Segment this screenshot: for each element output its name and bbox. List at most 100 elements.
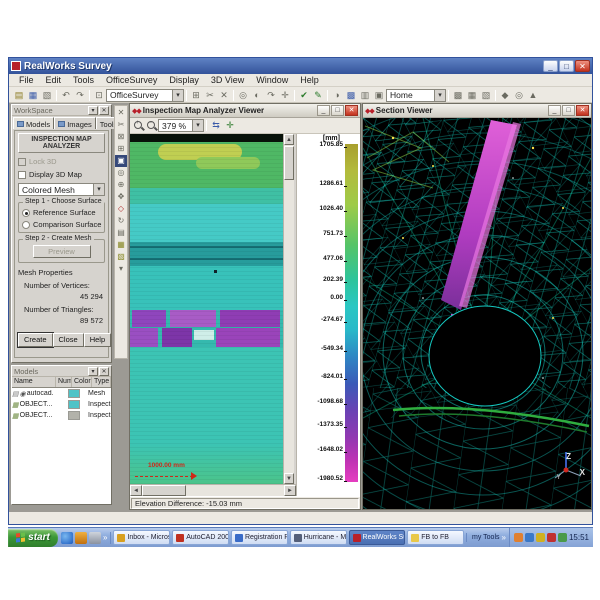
panel-pin-icon[interactable]: ▾ [88,106,98,115]
menu-edit[interactable]: Edit [40,75,68,85]
chevron-down-icon[interactable]: ▾ [172,90,183,101]
tray-icon[interactable] [514,533,523,542]
print-icon[interactable]: ▧ [40,89,54,102]
close-button[interactable]: ✕ [576,105,589,116]
start-button[interactable]: start [8,529,58,547]
segment-icon[interactable]: ⊞ [189,89,203,102]
scrollbar-thumb[interactable] [142,485,186,496]
tab-models[interactable]: Models [13,117,54,129]
layers-icon[interactable]: ◆ [498,89,512,102]
map-horizontal-scrollbar[interactable]: ◄ ► [130,484,296,496]
contrast-icon[interactable]: ◑ [330,89,344,102]
maximize-button[interactable]: □ [559,60,574,72]
measure-icon[interactable]: ▧ [115,251,127,263]
circle-icon[interactable]: ◎ [512,89,526,102]
task-hurricane[interactable]: Hurricane - Micro... [290,530,347,545]
chevron-icon[interactable]: » [502,533,506,542]
maximize-button[interactable]: □ [562,105,575,116]
rotate-icon[interactable]: ↷ [264,89,278,102]
target-icon[interactable]: ⊕ [115,179,127,191]
my-tools-toolbar[interactable]: my Tools » [466,533,509,542]
grid-icon[interactable]: ▥ [358,89,372,102]
chart-icon[interactable]: ▩ [344,89,358,102]
tray-icon[interactable] [558,533,567,542]
reference-surface-radio[interactable] [22,209,30,217]
sampling-icon[interactable]: ▣ [115,155,127,167]
menu-help[interactable]: Help [294,75,325,85]
task-registration-report[interactable]: Registration Rep... [231,530,288,545]
shade-icon[interactable]: ◐ [250,89,264,102]
segment-delete-icon[interactable]: ⊠ [115,131,127,143]
panel-close-icon[interactable]: ✕ [99,106,109,115]
maximize-button[interactable]: □ [331,105,344,116]
menu-3dview[interactable]: 3D View [205,75,250,85]
cut-icon[interactable]: ✂ [115,119,127,131]
internet-explorer-icon[interactable] [61,532,73,544]
col-num[interactable]: Num... [56,377,72,387]
cut-icon[interactable]: ✂ [203,89,217,102]
delete-icon[interactable]: ✕ [217,89,231,102]
main-titlebar[interactable]: RealWorks Survey _ □ ✕ [9,58,592,74]
edit-icon[interactable]: ✎ [311,89,325,102]
scroll-down-icon[interactable]: ▼ [284,473,294,484]
section-viewer-canvas[interactable]: Z X Y [363,118,591,509]
col-type[interactable]: Type [92,377,111,387]
map-viewer-titlebar[interactable]: ◆◆ Inspection Map Analyzer Viewer _ □ ✕ [130,104,360,118]
chevron-down-icon[interactable]: ▾ [93,184,104,195]
menu-file[interactable]: File [13,75,40,85]
create-button[interactable]: Create [18,333,53,347]
table-row[interactable]: ▦OBJECT... Inspectio [12,410,111,421]
scrollbar-thumb[interactable] [284,146,294,180]
task-autocad[interactable]: AutoCAD 2002 [172,530,229,545]
up-icon[interactable]: ▲ [526,89,540,102]
tab-images[interactable]: Images [54,117,96,129]
close-button[interactable]: ✕ [575,60,590,72]
minimize-button[interactable]: _ [543,60,558,72]
map-vertical-scrollbar[interactable]: ▲ ▼ [283,134,294,484]
chevron-down-icon[interactable]: ▾ [192,120,203,131]
mesh-type-combobox[interactable]: Colored Mesh ▾ [18,183,105,196]
tray-icon[interactable] [525,533,534,542]
check-icon[interactable]: ✔ [297,89,311,102]
minimize-button[interactable]: _ [548,105,561,116]
scroll-left-icon[interactable]: ◄ [130,485,142,496]
menu-officesurvey[interactable]: OfficeSurvey [100,75,163,85]
panel-close-icon[interactable]: ✕ [99,367,109,376]
mode-combobox[interactable]: OfficeSurvey ▾ [106,89,184,102]
menu-tools[interactable]: Tools [67,75,100,85]
chevron-icon[interactable]: » [103,533,107,542]
tray-icon[interactable] [547,533,556,542]
display3d-checkbox[interactable] [18,171,26,179]
col-color[interactable]: Color [72,377,92,387]
scroll-up-icon[interactable]: ▲ [284,134,294,145]
tile-icon[interactable]: ▦ [465,89,479,102]
tray-icon[interactable] [536,533,545,542]
task-realworks-survey[interactable]: RealWorks Survey [349,530,406,545]
examine-icon[interactable]: ◎ [115,167,127,179]
segment-add-icon[interactable]: ⊞ [115,143,127,155]
table-row[interactable]: ▤◉autocad... Mesh [12,388,111,399]
panel-pin-icon[interactable]: ▾ [88,367,98,376]
task-inbox[interactable]: Inbox - Microsof... [113,530,170,545]
frame-icon[interactable]: ▣ [372,89,386,102]
target-icon[interactable]: ⊡ [92,89,106,102]
inspection-map-canvas[interactable]: 1000.00 mm [130,134,283,484]
pan-icon[interactable]: ⇆ [209,119,223,132]
undo-icon[interactable]: ↶ [59,89,73,102]
help-button[interactable]: Help [84,333,111,347]
outlook-icon[interactable] [75,532,87,544]
view-combobox[interactable]: Home ▾ [386,89,446,102]
more-icon[interactable]: ▾ [115,263,127,275]
delete-icon[interactable]: ✕ [115,107,127,119]
show-desktop-icon[interactable] [89,532,101,544]
crosshair-icon[interactable]: ✛ [278,89,292,102]
lock-icon[interactable]: ▦ [115,239,127,251]
minimize-button[interactable]: _ [317,105,330,116]
cascade-icon[interactable]: ▩ [451,89,465,102]
menu-window[interactable]: Window [250,75,294,85]
task-fb-to-fb[interactable]: FB to FB [407,530,464,545]
scroll-right-icon[interactable]: ► [284,485,296,496]
save-icon[interactable]: ▦ [26,89,40,102]
chevron-down-icon[interactable]: ▾ [434,90,445,101]
section-viewer-titlebar[interactable]: ◆◆ Section Viewer _ □ ✕ [363,104,591,118]
